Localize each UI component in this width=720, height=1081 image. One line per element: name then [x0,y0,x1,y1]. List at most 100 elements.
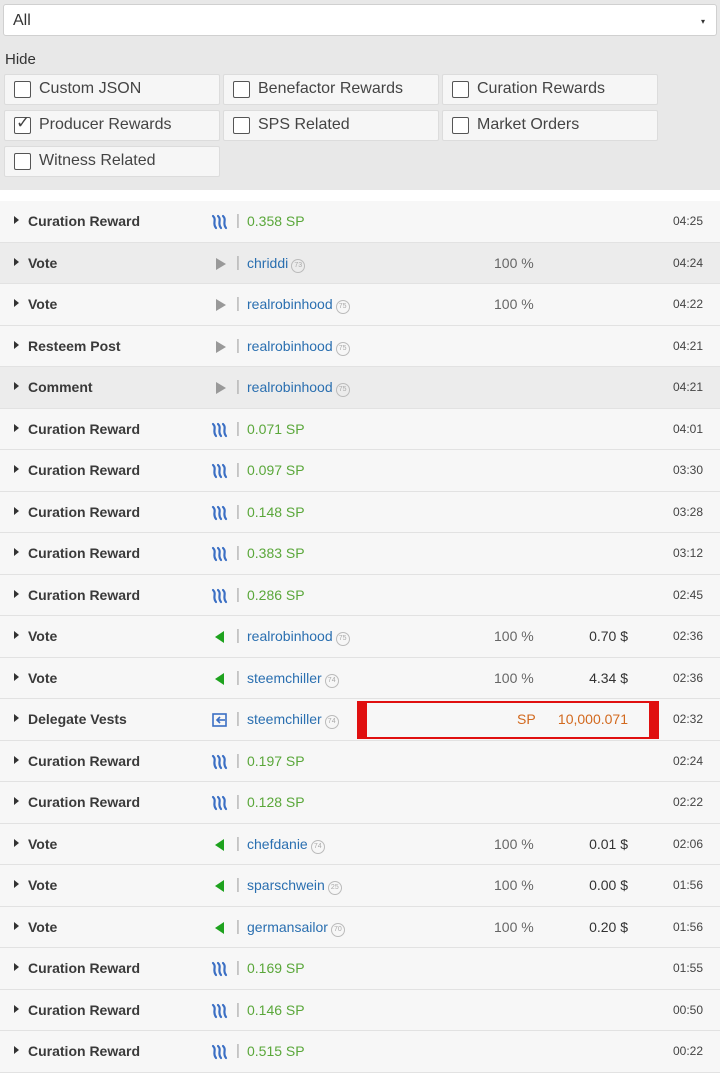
expand-arrow-icon[interactable] [14,340,19,349]
operation-row[interactable]: Vote | steemchiller 74 100 % 4.34 $ 02:36 [0,657,720,699]
operation-row[interactable]: Curation Reward | 0.358 SP 04:25 [0,201,720,243]
operation-type: Curation Reward [28,1001,141,1018]
operation-row[interactable]: Curation Reward | 0.128 SP 02:22 [0,782,720,824]
operation-row[interactable]: Curation Reward | 0.097 SP 03:30 [0,450,720,492]
operation-row[interactable]: Curation Reward | 0.383 SP 03:12 [0,533,720,575]
checkbox-square[interactable] [14,153,31,170]
expand-arrow-icon[interactable] [14,506,19,515]
username[interactable]: realrobinhood [247,628,333,644]
operation-row[interactable]: Curation Reward | 0.148 SP 03:28 [0,491,720,533]
checkbox-square[interactable] [14,81,31,98]
operation-row[interactable]: Vote | sparschwein 25 100 % 0.00 $ 01:56 [0,865,720,907]
reputation-badge: 75 [335,300,350,314]
reward-amount: 0.515 SP [247,1043,305,1059]
username[interactable]: realrobinhood [247,296,333,312]
expand-arrow-icon[interactable] [14,1046,19,1054]
expand-arrow-icon[interactable] [14,755,19,764]
user-link[interactable]: steemchiller 74 [247,670,339,688]
expand-arrow-icon[interactable] [14,838,19,847]
checkbox-square[interactable] [452,81,469,98]
hide-label: Hide [5,51,36,68]
separator: | [236,461,240,478]
hide-custom-json-checkbox[interactable]: Custom JSON [4,74,220,105]
hide-producer-rewards-checkbox[interactable]: ✓ Producer Rewards [4,110,220,141]
expand-arrow-icon[interactable] [14,921,19,930]
play-gray-icon [211,297,229,313]
user-link[interactable]: realrobinhood 75 [247,296,350,314]
operation-row[interactable]: Curation Reward | 0.197 SP 02:24 [0,740,720,782]
vote-weight: 100 % [494,254,534,271]
username[interactable]: realrobinhood [247,338,333,354]
expand-arrow-icon[interactable] [14,1004,19,1013]
expand-arrow-icon[interactable] [14,963,19,971]
operation-row[interactable]: Vote | germansailor 70 100 % 0.20 $ 01:56 [0,906,720,948]
expand-arrow-icon[interactable] [14,548,19,556]
user-link[interactable]: germansailor 70 [247,919,345,937]
operation-row[interactable]: Curation Reward | 0.286 SP 02:45 [0,574,720,616]
checkbox-label: Custom JSON [39,80,142,97]
operation-row[interactable]: Resteem Post | realrobinhood 75 04:21 [0,325,720,367]
expand-arrow-icon[interactable] [14,672,19,681]
operation-row[interactable]: Curation Reward | 0.515 SP 00:22 [0,1031,720,1073]
username[interactable]: chefdanie [247,836,308,852]
user-link[interactable]: steemchiller 74 [247,711,339,729]
hide-market-orders-checkbox[interactable]: Market Orders [442,110,658,141]
operation-row[interactable]: Curation Reward | 0.071 SP 04:01 [0,408,720,450]
hide-benefactor-rewards-checkbox[interactable]: Benefactor Rewards [223,74,439,105]
operation-row[interactable]: Comment | realrobinhood 75 04:21 [0,367,720,409]
checkbox-square[interactable] [233,81,250,98]
expand-arrow-icon[interactable] [14,216,19,224]
username[interactable]: steemchiller [247,670,322,686]
operation-type-select[interactable]: All ▾ [3,4,717,36]
checkbox-square[interactable] [452,117,469,134]
expand-arrow-icon[interactable] [14,589,19,598]
operation-row[interactable]: Curation Reward | 0.169 SP 01:55 [0,948,720,990]
separator: | [236,502,240,520]
user-link[interactable]: realrobinhood 75 [247,628,350,646]
username[interactable]: steemchiller [247,711,322,727]
username[interactable]: realrobinhood [247,379,333,395]
checkbox-square[interactable] [233,117,250,134]
timestamp: 00:22 [672,1044,703,1058]
operation-row[interactable]: Vote | realrobinhood 75 100 % 0.70 $ 02:36 [0,616,720,658]
separator: | [236,1042,240,1059]
username[interactable]: germansailor [247,919,328,935]
operation-row[interactable]: Delegate Vests | steemchiller 74 SP 10,000.07… [0,699,720,741]
checkbox-square[interactable]: ✓ [14,113,31,134]
expand-arrow-icon[interactable] [14,631,19,639]
operation-row[interactable]: Vote | chefdanie 74 100 % 0.01 $ 02:06 [0,823,720,865]
expand-arrow-icon[interactable] [14,797,19,805]
expand-arrow-icon[interactable] [14,465,19,473]
timestamp: 02:36 [672,629,703,643]
user-link[interactable]: realrobinhood 75 [247,338,350,356]
username[interactable]: sparschwein [247,877,325,893]
expand-arrow-icon[interactable] [14,714,19,722]
expand-arrow-icon[interactable] [14,880,19,888]
operation-row[interactable]: Vote | chriddi 73 100 % 04:24 [0,242,720,284]
user-link[interactable]: sparschwein 25 [247,877,342,895]
user-link[interactable]: chriddi 73 [247,255,306,273]
play-gray-icon [211,256,229,272]
vote-weight: 100 % [494,296,534,312]
operation-type: Vote [28,918,58,935]
user-link[interactable]: realrobinhood 75 [247,379,350,397]
separator: | [236,585,240,603]
reputation-badge: 74 [310,839,325,854]
expand-arrow-icon[interactable] [14,299,19,307]
hide-witness-related-checkbox[interactable]: Witness Related [4,146,220,177]
hide-curation-rewards-checkbox[interactable]: Curation Rewards [442,74,658,105]
operation-row[interactable]: Curation Reward | 0.146 SP 00:50 [0,989,720,1031]
filter-panel: All ▾ Hide Custom JSON Benefactor Rewards… [0,0,720,190]
timestamp: 01:56 [672,919,703,934]
separator: | [236,959,240,976]
user-link[interactable]: chefdanie 74 [247,836,325,854]
operation-type: Resteem Post [28,337,121,354]
vote-weight: 100 % [494,628,534,644]
expand-arrow-icon[interactable] [14,423,19,432]
expand-arrow-icon[interactable] [14,257,19,266]
username[interactable]: chriddi [247,255,288,271]
hide-sps-related-checkbox[interactable]: SPS Related [223,110,439,141]
operation-row[interactable]: Vote | realrobinhood 75 100 % 04:22 [0,284,720,326]
steem-icon [211,505,229,521]
expand-arrow-icon[interactable] [14,382,19,390]
